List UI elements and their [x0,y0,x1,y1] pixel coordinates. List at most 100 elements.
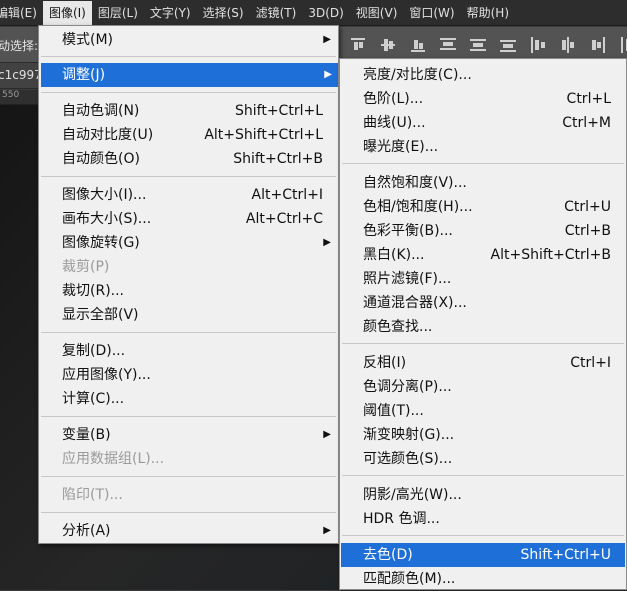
menu-item-label: 色调分离(P)... [363,379,452,395]
shortcut-label: Alt+Shift+Ctrl+L [204,127,323,143]
menu-item-label: 自动色调(N) [62,103,140,119]
distribute-left-icon[interactable] [618,35,627,55]
menu-image[interactable]: 图像(I) [42,0,92,25]
menu-item-label: 黑白(K)... [363,247,425,263]
separator [41,176,336,177]
menu-item-label: 阈值(T)... [363,403,424,419]
menu-item-auto-tone[interactable]: 自动色调(N) Shift+Ctrl+L [40,99,337,123]
menu-item-adjust[interactable]: 调整(J) ▶ [41,63,338,87]
menu-item-canvas-size[interactable]: 画布大小(S)... Alt+Ctrl+C [40,207,337,231]
menu-item-label: 分析(A) [62,523,111,539]
menu-item-gradient-map[interactable]: 渐变映射(G)... [341,423,625,447]
menu-item-posterize[interactable]: 色调分离(P)... [341,375,625,399]
align-top-icon[interactable] [348,35,370,55]
menu-item-color-lookup[interactable]: 颜色查找... [341,315,625,339]
shortcut-label: Shift+Ctrl+B [233,151,323,167]
menu-item-hue-saturation[interactable]: 色相/饱和度(H)... Ctrl+U [341,195,625,219]
menu-item-label: 应用数据组(L)... [62,451,165,467]
menu-item-hdr-toning[interactable]: HDR 色调... [341,507,625,531]
menu-item-label: 阴影/高光(W)... [363,487,462,503]
menu-item-brightness-contrast[interactable]: 亮度/对比度(C)... [341,63,625,87]
submenu-arrow-icon: ▶ [324,69,332,80]
align-right-icon[interactable] [588,35,610,55]
menu-select[interactable]: 选择(S) [197,1,250,25]
shortcut-label: Ctrl+L [566,91,611,107]
shortcut-label: Shift+Ctrl+U [520,547,611,563]
separator [41,476,336,477]
separator [342,343,624,344]
menu-item-label: 模式(M) [62,32,114,48]
menu-item-channel-mixer[interactable]: 通道混合器(X)... [341,291,625,315]
menu-item-label: 图像旋转(G) [62,235,140,251]
menu-item-black-white[interactable]: 黑白(K)... Alt+Shift+Ctrl+B [341,243,625,267]
menu-item-curves[interactable]: 曲线(U)... Ctrl+M [341,111,625,135]
shortcut-label: Ctrl+M [562,115,611,131]
menu-item-auto-color[interactable]: 自动颜色(O) Shift+Ctrl+B [40,147,337,171]
separator [41,512,336,513]
menu-type[interactable]: 文字(Y) [144,1,197,25]
menu-item-exposure[interactable]: 曝光度(E)... [341,135,625,159]
menu-item-apply-image[interactable]: 应用图像(Y)... [40,363,337,387]
menu-item-reveal-all[interactable]: 显示全部(V) [40,303,337,327]
menu-item-label: 陷印(T)... [62,487,123,503]
menu-item-selective-color[interactable]: 可选颜色(S)... [341,447,625,471]
menu-item-mode[interactable]: 模式(M) ▶ [40,28,337,52]
align-left-icon[interactable] [528,35,550,55]
menu-filter[interactable]: 滤镜(T) [250,1,303,25]
menu-item-auto-contrast[interactable]: 自动对比度(U) Alt+Shift+Ctrl+L [40,123,337,147]
menu-item-calculations[interactable]: 计算(C)... [40,387,337,411]
menu-item-desaturate[interactable]: 去色(D) Shift+Ctrl+U [341,543,625,567]
menu-item-label: 画布大小(S)... [62,211,152,227]
menu-item-label: 图像大小(I)... [62,187,147,203]
menu-item-label: 照片滤镜(F)... [363,271,452,287]
align-icon-group [348,35,627,55]
shortcut-label: Alt+Ctrl+I [251,187,323,203]
align-bottom-icon[interactable] [408,35,430,55]
menu-item-label: 色相/饱和度(H)... [363,199,473,215]
menu-item-variables[interactable]: 变量(B) ▶ [40,423,337,447]
menu-view[interactable]: 视图(V) [350,1,404,25]
menu-item-analysis[interactable]: 分析(A) ▶ [40,519,337,543]
menu-item-label: 计算(C)... [62,391,125,407]
menu-window[interactable]: 窗口(W) [403,1,460,25]
shortcut-label: Ctrl+B [564,223,611,239]
menu-item-threshold[interactable]: 阈值(T)... [341,399,625,423]
submenu-arrow-icon: ▶ [323,429,331,440]
menu-item-levels[interactable]: 色阶(L)... Ctrl+L [341,87,625,111]
menu-3d[interactable]: 3D(D) [302,1,349,25]
menu-item-duplicate[interactable]: 复制(D)... [40,339,337,363]
shortcut-label: Alt+Shift+Ctrl+B [490,247,611,263]
menu-edit[interactable]: 编辑(E) [0,1,43,25]
menu-item-label: 调整(J) [62,67,106,83]
distribute-top-icon[interactable] [438,35,460,55]
menu-item-match-color[interactable]: 匹配颜色(M)... [341,567,625,591]
submenu-arrow-icon: ▶ [323,237,331,248]
adjustments-submenu: 亮度/对比度(C)... 色阶(L)... Ctrl+L 曲线(U)... Ctrl… [339,58,627,590]
menu-help[interactable]: 帮助(H) [461,1,515,25]
menu-item-trim[interactable]: 裁切(R)... [40,279,337,303]
shortcut-label: Ctrl+I [570,355,611,371]
menu-layer[interactable]: 图层(L) [92,1,144,25]
menu-item-vibrance[interactable]: 自然饱和度(V)... [341,171,625,195]
distribute-bottom-icon[interactable] [498,35,520,55]
menu-item-color-balance[interactable]: 色彩平衡(B)... Ctrl+B [341,219,625,243]
separator [342,475,624,476]
distribute-vcenter-icon[interactable] [468,35,490,55]
menu-bar: 编辑(E) 图像(I) 图层(L) 文字(Y) 选择(S) 滤镜(T) 3D(D… [0,0,627,26]
menu-item-label: 裁剪(P) [62,259,110,275]
menu-item-apply-data-set: 应用数据组(L)... [40,447,337,471]
align-hcenter-icon[interactable] [558,35,580,55]
menu-item-label: 可选颜色(S)... [363,451,453,467]
auto-select-label: 动选择: [0,39,39,53]
menu-item-label: 色彩平衡(B)... [363,223,453,239]
menu-item-image-rotation[interactable]: 图像旋转(G) ▶ [40,231,337,255]
menu-item-label: 匹配颜色(M)... [363,571,456,587]
menu-item-invert[interactable]: 反相(I) Ctrl+I [341,351,625,375]
menu-item-label: 色阶(L)... [363,91,424,107]
document-tab[interactable]: c1c997 [0,68,42,82]
align-vcenter-icon[interactable] [378,35,400,55]
menu-item-image-size[interactable]: 图像大小(I)... Alt+Ctrl+I [40,183,337,207]
menu-item-label: 显示全部(V) [62,307,139,323]
menu-item-photo-filter[interactable]: 照片滤镜(F)... [341,267,625,291]
menu-item-shadows-highlights[interactable]: 阴影/高光(W)... [341,483,625,507]
